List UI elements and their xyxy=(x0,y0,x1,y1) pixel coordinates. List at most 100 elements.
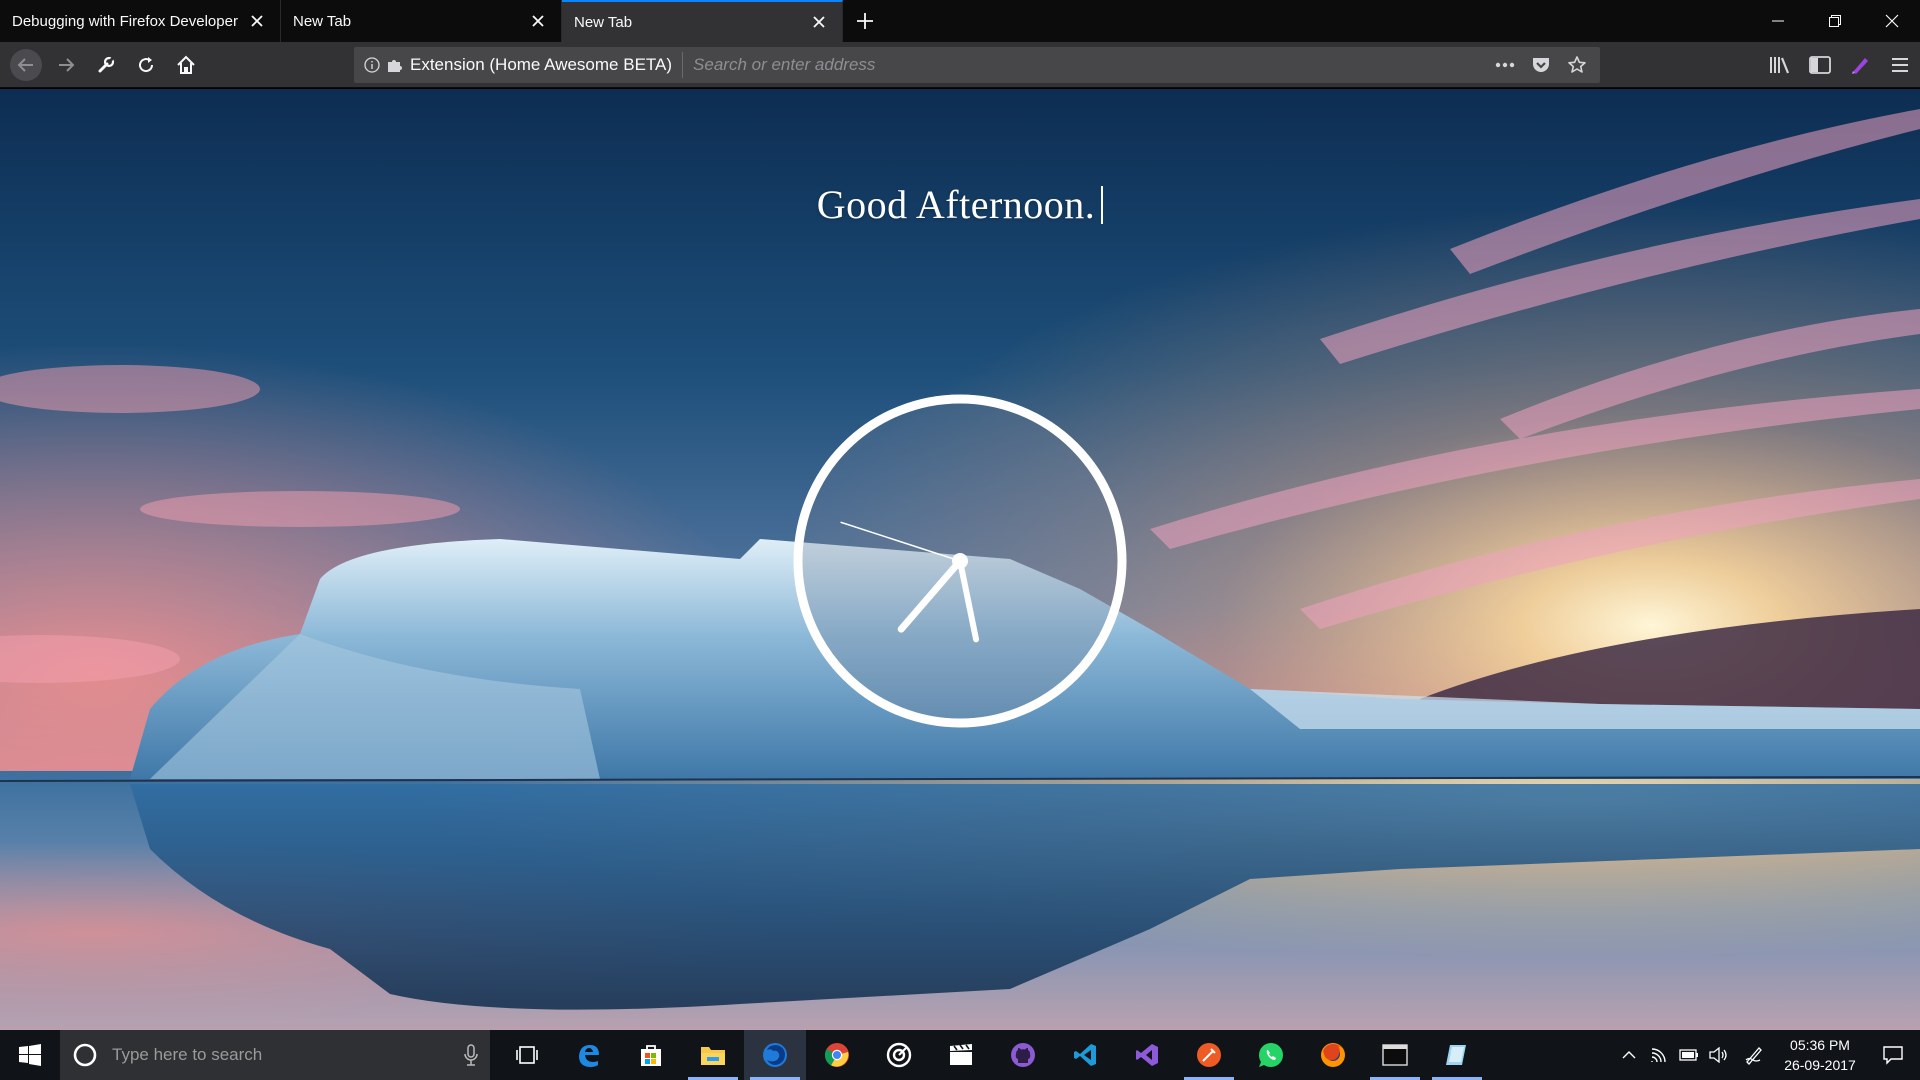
new-tab-button[interactable] xyxy=(843,0,887,42)
pinned-apps xyxy=(496,1030,1488,1080)
pocket-button[interactable] xyxy=(1526,50,1556,80)
windows-taskbar: Type here to search 05:36 PM 26-09-2017 xyxy=(0,1030,1920,1080)
close-window-button[interactable] xyxy=(1863,0,1920,42)
back-button[interactable] xyxy=(10,49,42,81)
battery-icon xyxy=(1679,1049,1698,1061)
close-icon[interactable] xyxy=(808,11,830,33)
url-bar[interactable]: Extension (Home Awesome BETA) xyxy=(354,47,1600,83)
pen-icon xyxy=(1852,58,1868,74)
pen-workspace-icon xyxy=(1745,1047,1762,1065)
taskbar-search[interactable]: Type here to search xyxy=(60,1030,490,1080)
toolbar-right xyxy=(1760,49,1920,81)
pocket-icon xyxy=(1533,58,1549,72)
notes-app[interactable] xyxy=(1426,1030,1488,1080)
wrench-icon xyxy=(98,56,115,73)
sidebar-icon xyxy=(1809,56,1831,74)
hamburger-icon xyxy=(1892,58,1908,72)
greeting-label: Good Afternoon. xyxy=(816,182,1096,227)
whatsapp-icon xyxy=(1259,1043,1283,1067)
firefox-app[interactable] xyxy=(1302,1030,1364,1080)
github-desktop-app[interactable] xyxy=(992,1030,1054,1080)
windows-logo-icon xyxy=(19,1044,41,1066)
taskbar-clock[interactable]: 05:36 PM 26-09-2017 xyxy=(1774,1035,1866,1075)
home-icon xyxy=(177,55,195,74)
music-disc-icon xyxy=(886,1042,912,1068)
menu-button[interactable] xyxy=(1880,49,1920,81)
tab-title: New Tab xyxy=(574,13,633,31)
analog-clock xyxy=(793,394,1127,728)
file-explorer-app[interactable] xyxy=(682,1030,744,1080)
plus-icon xyxy=(857,13,873,29)
folder-icon xyxy=(701,1047,725,1065)
info-icon xyxy=(364,57,380,73)
close-icon[interactable] xyxy=(246,10,268,32)
clock-time: 05:36 PM xyxy=(1790,1037,1850,1053)
identity-box[interactable]: Extension (Home Awesome BETA) xyxy=(354,52,684,78)
clock-center-pin xyxy=(952,553,968,569)
bookmark-star-button[interactable] xyxy=(1562,50,1592,80)
search-placeholder: Type here to search xyxy=(112,1045,263,1064)
more-dots-icon xyxy=(1495,62,1515,68)
back-arrow-icon xyxy=(17,58,33,72)
extension-button[interactable] xyxy=(1840,49,1880,81)
minimize-button[interactable] xyxy=(1749,0,1806,42)
star-icon xyxy=(1568,56,1586,73)
pen-workspace-button[interactable] xyxy=(1734,1030,1774,1080)
forward-arrow-icon xyxy=(59,58,75,72)
greeting-text: Good Afternoon. xyxy=(0,181,1920,228)
address-input[interactable] xyxy=(683,48,1490,82)
notification-icon xyxy=(1883,1046,1903,1065)
postman-app[interactable] xyxy=(1178,1030,1240,1080)
battery-button[interactable] xyxy=(1674,1030,1704,1080)
new-tab-page: Good Afternoon. xyxy=(0,89,1920,1030)
restore-button[interactable] xyxy=(1806,0,1863,42)
tab-devtools[interactable]: Debugging with Firefox Developer xyxy=(0,0,281,42)
task-view-button[interactable] xyxy=(496,1030,558,1080)
postman-icon xyxy=(1197,1043,1221,1067)
task-view-icon xyxy=(516,1046,538,1064)
restore-icon xyxy=(1828,15,1841,27)
cortana-icon xyxy=(73,1043,97,1067)
firefox-icon xyxy=(1321,1043,1345,1067)
firefox-developer-app[interactable] xyxy=(744,1030,806,1080)
chrome-app[interactable] xyxy=(806,1030,868,1080)
network-button[interactable] xyxy=(1644,1030,1674,1080)
visual-studio-app[interactable] xyxy=(1116,1030,1178,1080)
window-controls xyxy=(1749,0,1920,42)
tab-new-tab-1[interactable]: New Tab xyxy=(281,0,562,42)
show-hidden-icons-button[interactable] xyxy=(1614,1030,1644,1080)
vs-code-app[interactable] xyxy=(1054,1030,1116,1080)
close-icon[interactable] xyxy=(527,10,549,32)
minimize-icon xyxy=(1771,20,1784,22)
developer-tools-button[interactable] xyxy=(90,49,122,81)
wifi-icon xyxy=(1651,1048,1666,1063)
home-button[interactable] xyxy=(170,49,202,81)
tab-title: New Tab xyxy=(293,12,352,30)
reload-button[interactable] xyxy=(130,49,162,81)
sidebar-button[interactable] xyxy=(1800,49,1840,81)
groove-music-app[interactable] xyxy=(868,1030,930,1080)
terminal-app[interactable] xyxy=(1364,1030,1426,1080)
whatsapp-app[interactable] xyxy=(1240,1030,1302,1080)
library-button[interactable] xyxy=(1760,49,1800,81)
chevron-up-icon xyxy=(1622,1051,1636,1059)
tab-new-tab-2[interactable]: New Tab xyxy=(562,0,843,42)
forward-button[interactable] xyxy=(50,49,82,81)
microphone-icon[interactable] xyxy=(464,1044,478,1066)
volume-button[interactable] xyxy=(1704,1030,1734,1080)
store-icon xyxy=(641,1045,661,1066)
store-app[interactable] xyxy=(620,1030,682,1080)
action-center-button[interactable] xyxy=(1866,1030,1920,1080)
extension-puzzle-icon xyxy=(388,60,402,72)
edge-icon xyxy=(579,1045,599,1067)
start-button[interactable] xyxy=(0,1030,60,1080)
movies-tv-app[interactable] xyxy=(930,1030,992,1080)
library-icon xyxy=(1770,57,1790,74)
identity-label: Extension (Home Awesome BETA) xyxy=(410,55,673,74)
close-icon xyxy=(1885,14,1898,28)
terminal-icon xyxy=(1382,1044,1408,1066)
clapperboard-icon xyxy=(950,1044,972,1065)
edge-app[interactable] xyxy=(558,1030,620,1080)
speaker-icon xyxy=(1709,1047,1727,1063)
page-action-menu-button[interactable] xyxy=(1490,50,1520,80)
